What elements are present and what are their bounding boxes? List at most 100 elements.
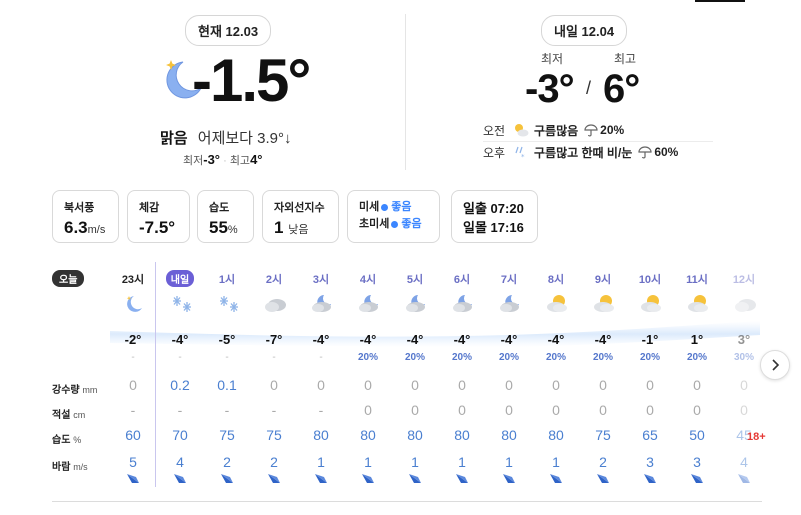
am-label: 오전	[483, 123, 506, 138]
hour-temperature: -1°	[641, 332, 659, 347]
hour-label: 내일	[166, 270, 194, 287]
yesterday-compare: 어제보다 3.9°↓	[197, 130, 292, 147]
wind-card-title: 북서풍	[64, 202, 95, 214]
feels-like-card[interactable]: 체감 -7.5°	[127, 190, 190, 243]
am-weather: 구름많음	[534, 123, 579, 138]
hour-wind: 1	[552, 454, 560, 470]
hour-label: 3시	[312, 274, 330, 286]
hour-pop: 20%	[592, 352, 613, 363]
hour-pop: 20%	[498, 352, 519, 363]
tomorrow-min-label: 최저	[541, 52, 564, 66]
current-condition-line: 맑음 어제보다 3.9°↓	[160, 127, 292, 148]
chevron-right-icon	[772, 359, 780, 371]
hour-snow: 0	[552, 402, 560, 418]
hour-rain: 0	[552, 377, 560, 393]
wind-direction-icon	[362, 474, 374, 483]
sun-card[interactable]: 일출 07:20 일몰 17:16	[451, 190, 538, 243]
sunset-row: 일몰 17:16	[463, 220, 524, 235]
hour-humidity: 75	[219, 427, 235, 443]
hour-rain: 0	[129, 377, 137, 393]
hour-label: 11시	[686, 274, 708, 286]
age-rating-badge: 18+	[747, 431, 766, 443]
wind-direction-icon	[644, 474, 656, 483]
current-condition: 맑음	[160, 130, 188, 147]
hour-pop: 20%	[639, 352, 660, 363]
wind-direction-icon	[738, 474, 750, 483]
hour-temperature: -4°	[594, 332, 612, 347]
night-cloud-icon	[406, 295, 425, 312]
hour-label: 1시	[218, 274, 236, 286]
humidity-card[interactable]: 습도 55%	[197, 190, 254, 243]
hour-temperature: -5°	[218, 332, 236, 347]
night-moon-icon	[126, 296, 142, 312]
snow-icon	[173, 296, 191, 312]
hour-snow: 0	[364, 402, 372, 418]
hour-temperature: -4°	[359, 332, 377, 347]
tomorrow-date-label: 내일 12.04	[541, 15, 628, 46]
hour-column: 9시 -4° 20% 0 0 75 2	[580, 262, 626, 487]
tomorrow-pm-row: 오후 * 구름많고 한때 비/눈 60%	[483, 142, 678, 162]
feels-card-value: -7.5°	[139, 218, 176, 237]
wind-direction-icon	[550, 474, 562, 483]
wind-direction-icon	[221, 474, 233, 483]
hour-humidity: 50	[689, 427, 705, 443]
hour-snow: -	[271, 402, 277, 418]
hour-column: 23시 -2° - 0 - 60 5	[110, 262, 156, 487]
humidity-card-title: 습도	[209, 202, 230, 214]
wind-direction-icon	[127, 474, 139, 483]
hour-rain: 0.2	[170, 377, 190, 393]
bottom-divider	[52, 501, 762, 502]
hour-rain: 0.1	[217, 377, 237, 393]
hour-label: 5시	[406, 274, 424, 286]
status-dot	[381, 204, 389, 211]
hour-column: 5시 -4° 20% 0 0 80 1	[392, 262, 438, 487]
wind-direction-icon	[268, 474, 280, 483]
hour-wind: 4	[740, 454, 748, 470]
wind-card-value: 6.3m/s	[64, 218, 106, 237]
humidity-row-label: 습도 %	[52, 435, 82, 446]
min-max-slash: /	[586, 78, 592, 98]
hour-wind: 1	[505, 454, 513, 470]
hour-humidity: 70	[172, 427, 188, 443]
dust-card[interactable]: 미세 좋음 초미세 좋음	[347, 190, 440, 243]
panel-divider	[405, 14, 406, 170]
hour-column: 10시 -1° 20% 0 0 65 3	[627, 262, 673, 487]
hour-rain: 0	[364, 377, 372, 393]
current-min: -3°	[203, 152, 221, 167]
hour-humidity: 75	[595, 427, 611, 443]
hour-wind: 2	[223, 454, 231, 470]
hour-pop: -	[131, 352, 135, 363]
status-dot	[391, 221, 399, 228]
umbrella-icon	[638, 146, 652, 159]
hour-humidity: 60	[125, 427, 141, 443]
pm-label: 오후	[483, 145, 506, 160]
hour-column: 4시 -4° 20% 0 0 80 1	[345, 262, 391, 487]
hour-column: 6시 -4° 20% 0 0 80 1	[439, 262, 485, 487]
wind-direction-icon	[409, 474, 421, 483]
hour-snow: -	[224, 402, 230, 418]
scroll-next-button[interactable]	[760, 350, 790, 380]
tomorrow-max: 6°	[603, 67, 640, 111]
hour-rain: 0	[458, 377, 466, 393]
wind-card[interactable]: 북서풍 6.3m/s	[52, 190, 119, 243]
hour-snow: -	[177, 402, 183, 418]
wind-row-label: 바람 m/s	[52, 462, 88, 473]
uv-card[interactable]: 자외선지수 1 낮음	[262, 190, 339, 243]
hour-pop: 20%	[357, 352, 378, 363]
am-pop: 20%	[600, 123, 625, 137]
uv-card-value: 1 낮음	[274, 218, 309, 237]
hour-temperature: 3°	[737, 332, 751, 347]
svg-text:*: *	[521, 153, 525, 160]
tomorrow-am-row: 오전 구름많음 20%	[483, 120, 624, 140]
hour-column: 1시 -5° - 0.1 - 75 2	[204, 262, 250, 487]
wind-direction-icon	[456, 474, 468, 483]
rain-row-label: 강수량 mm	[52, 385, 98, 396]
hour-pop: 20%	[404, 352, 425, 363]
current-max: 4°	[250, 152, 263, 167]
day-cloud-icon	[547, 295, 567, 312]
pm10-row: 미세 좋음	[359, 201, 412, 213]
hour-temperature: -4°	[312, 332, 330, 347]
hour-humidity: 80	[360, 427, 376, 443]
pm-pop: 60%	[654, 145, 679, 159]
hour-column: 11시 1° 20% 0 0 50 3	[674, 262, 720, 487]
